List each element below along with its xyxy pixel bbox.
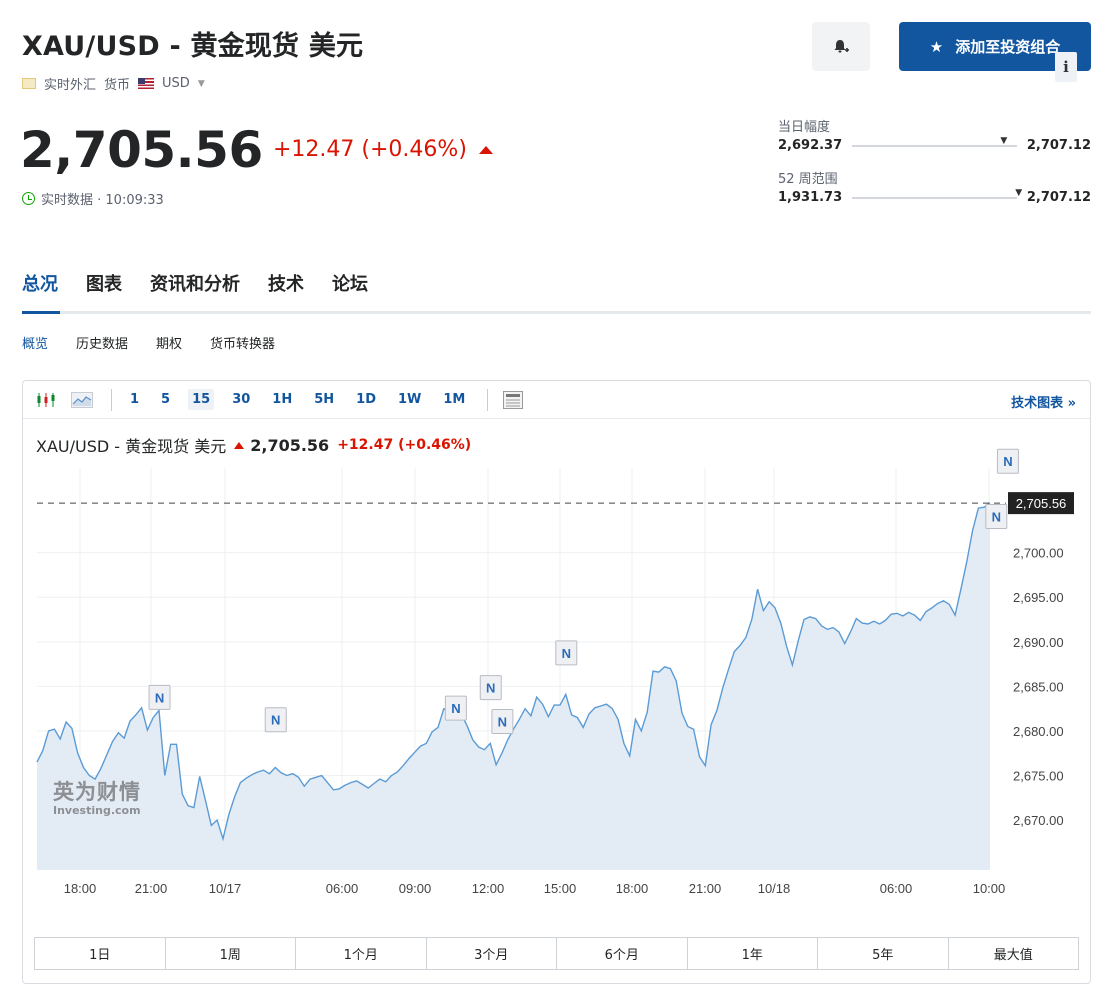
period-1d[interactable]: 1日 xyxy=(35,938,166,969)
y-tick-label: 2,690.00 xyxy=(1013,635,1064,650)
x-tick-label: 21:00 xyxy=(135,881,168,896)
x-tick-label: 21:00 xyxy=(689,881,722,896)
y-tick-label: 2,670.00 xyxy=(1013,813,1064,828)
period-1m[interactable]: 1个月 xyxy=(296,938,427,969)
news-marker-label: N xyxy=(992,509,1001,524)
period-selector: 1日 1周 1个月 3个月 6个月 1年 5年 最大值 xyxy=(34,937,1079,970)
y-tick-label: 2,685.00 xyxy=(1013,679,1064,694)
news-marker-label: N xyxy=(451,701,460,716)
period-1y[interactable]: 1年 xyxy=(688,938,818,969)
x-tick-label: 12:00 xyxy=(472,881,505,896)
current-price-label: 2,705.56 xyxy=(1016,496,1067,511)
period-max[interactable]: 最大值 xyxy=(949,938,1079,969)
period-6m[interactable]: 6个月 xyxy=(557,938,688,969)
watermark-en: Investing.com xyxy=(53,804,141,817)
x-tick-label: 15:00 xyxy=(544,881,577,896)
price-chart[interactable]: 2,705.56 2,700.00 2,695.00 2,690.00 2,685.00… xyxy=(0,0,1107,1001)
y-tick-label: 2,680.00 xyxy=(1013,724,1064,739)
y-tick-label: 2,695.00 xyxy=(1013,590,1064,605)
period-3m[interactable]: 3个月 xyxy=(427,938,557,969)
x-tick-label: 10:00 xyxy=(973,881,1006,896)
news-marker-label: N xyxy=(486,681,495,696)
x-tick-label: 06:00 xyxy=(880,881,913,896)
news-marker-label: N xyxy=(155,690,164,705)
investing-watermark: 英为财情 Investing.com xyxy=(53,776,141,817)
x-tick-label: 18:00 xyxy=(64,881,97,896)
period-1w[interactable]: 1周 xyxy=(166,938,296,969)
y-tick-label: 2,700.00 xyxy=(1013,546,1064,561)
news-marker-label: N xyxy=(498,714,507,729)
period-5y[interactable]: 5年 xyxy=(818,938,949,969)
x-tick-label: 10/17 xyxy=(209,881,242,896)
x-tick-label: 10/18 xyxy=(758,881,791,896)
x-tick-label: 06:00 xyxy=(326,881,359,896)
y-tick-label: 2,675.00 xyxy=(1013,769,1064,784)
news-marker-label: N xyxy=(271,713,280,728)
x-tick-label: 18:00 xyxy=(616,881,649,896)
news-marker-label: N xyxy=(1003,454,1012,469)
watermark-cn: 英为财情 xyxy=(53,780,141,804)
x-tick-label: 09:00 xyxy=(399,881,432,896)
news-marker-label: N xyxy=(562,646,571,661)
